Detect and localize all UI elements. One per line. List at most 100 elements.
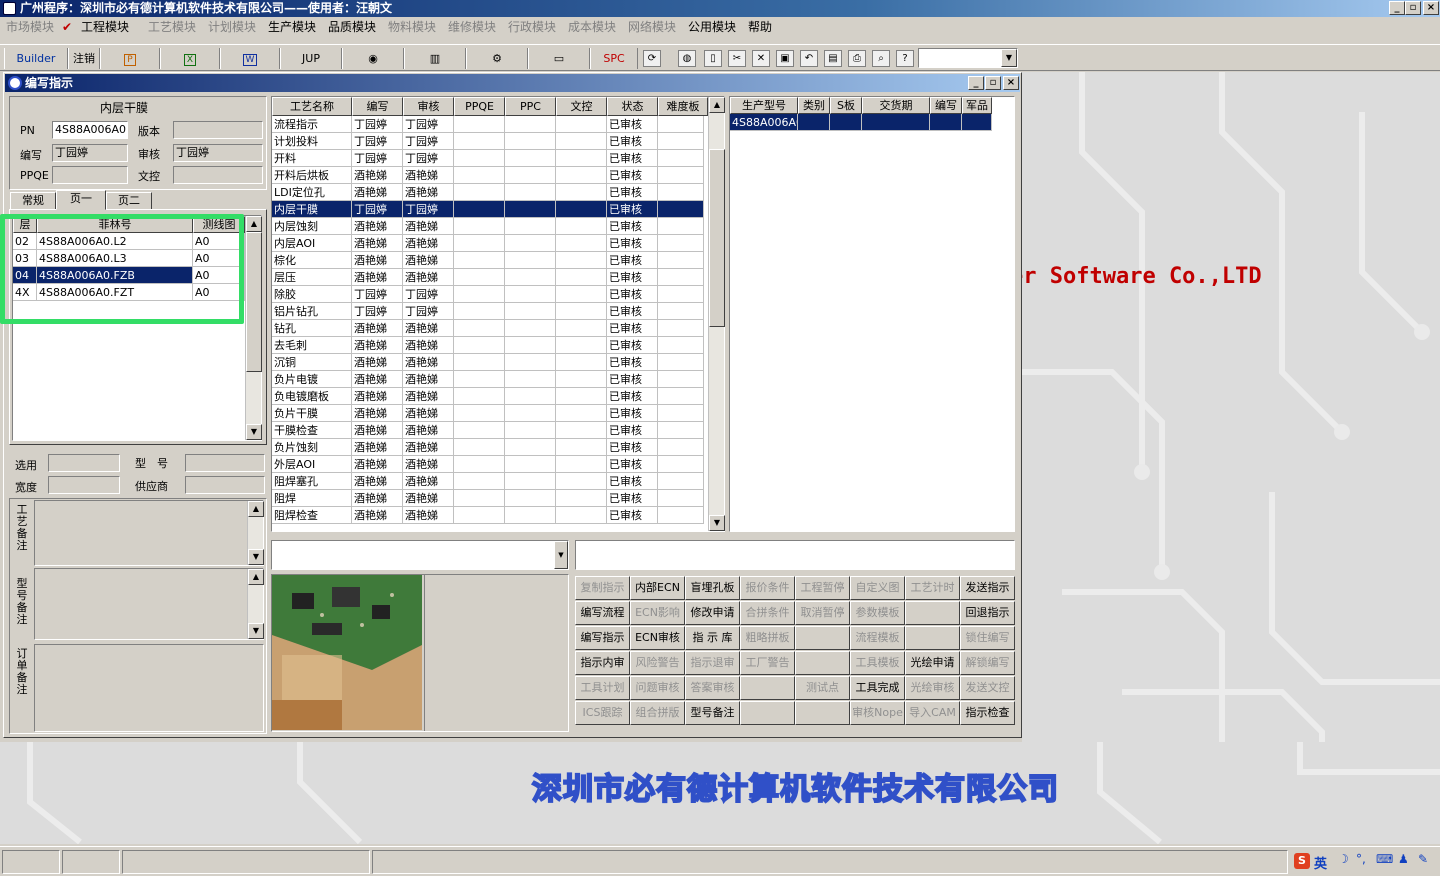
action-button[interactable]: 解锁编写 <box>960 651 1015 675</box>
tab-page2[interactable]: 页二 <box>106 192 152 210</box>
product-col-header[interactable]: 编写 <box>930 97 962 114</box>
process-row[interactable]: 铝片钻孔 丁园婷 丁园婷 已审核 <box>272 303 704 320</box>
action-button[interactable]: 型号备注 <box>685 701 740 725</box>
scroll-up-icon[interactable]: ▲ <box>248 569 264 585</box>
action-button[interactable]: 锁住编写 <box>960 626 1015 650</box>
process-row[interactable]: 沉铜 酒艳娣 酒艳娣 已审核 <box>272 354 704 371</box>
action-button[interactable]: 修改申请 <box>685 601 740 625</box>
action-button[interactable]: 自定义图 <box>850 576 905 600</box>
process-col-header[interactable]: 文控 <box>556 97 607 116</box>
chevron-down-icon[interactable]: ▼ <box>1001 49 1017 67</box>
process-row[interactable]: 计划投料 丁园婷 丁园婷 已审核 <box>272 133 704 150</box>
action-button[interactable]: 报价条件 <box>740 576 795 600</box>
scroll-thumb[interactable] <box>246 232 262 372</box>
process-row[interactable]: 外层AOI 酒艳娣 酒艳娣 已审核 <box>272 456 704 473</box>
window-minimize-button[interactable]: _ <box>968 76 984 90</box>
excel-icon[interactable]: X <box>160 48 220 69</box>
action-button[interactable]: 发送指示 <box>960 576 1015 600</box>
action-button[interactable]: 指 示 库 <box>685 626 740 650</box>
action-button[interactable]: 流程模板 <box>850 626 905 650</box>
process-row[interactable]: 内层干膜 丁园婷 丁园婷 已审核 <box>272 201 704 218</box>
menu-plan[interactable]: 计划模块 <box>208 17 256 37</box>
process-col-header[interactable]: 编写 <box>352 97 403 116</box>
product-col-header[interactable]: 交货期 <box>862 97 930 114</box>
product-col-header[interactable]: 类别 <box>798 97 830 114</box>
menu-engineering[interactable]: 工程模块 <box>81 17 129 37</box>
select-field[interactable] <box>48 454 120 472</box>
preview-icon[interactable]: ▤ <box>824 50 842 67</box>
close-button[interactable]: × <box>1423 1 1439 15</box>
action-button[interactable]: 工具完成 <box>850 676 905 700</box>
action-button[interactable]: ECN审核 <box>630 626 685 650</box>
menu-quality[interactable]: 品质模块 <box>328 17 376 37</box>
action-button[interactable]: 光绘申请 <box>905 651 960 675</box>
process-note-field[interactable]: ▲ ▼ <box>34 500 264 566</box>
action-button[interactable]: 导入CAM <box>905 701 960 725</box>
process-row[interactable]: 阻焊 酒艳娣 酒艳娣 已审核 <box>272 490 704 507</box>
ppt-icon[interactable]: P <box>100 48 160 69</box>
cut-icon[interactable]: ✂ <box>728 50 746 67</box>
menu-process[interactable]: 工艺模块 <box>148 17 196 37</box>
order-note-field[interactable] <box>34 644 264 732</box>
doc-control-field[interactable] <box>173 166 263 184</box>
eye-icon[interactable]: ◉ <box>342 48 404 69</box>
user-icon[interactable]: ♟ <box>1398 852 1409 866</box>
action-button[interactable]: 组合拼版 <box>630 701 685 725</box>
process-col-header[interactable]: PPQE <box>454 97 505 116</box>
process-row[interactable]: 层压 酒艳娣 酒艳娣 已审核 <box>272 269 704 286</box>
computer-icon[interactable]: ▭ <box>528 48 590 69</box>
scroll-up-icon[interactable]: ▲ <box>246 216 262 232</box>
undo-icon[interactable]: ↶ <box>800 50 818 67</box>
menu-admin[interactable]: 行政模块 <box>508 17 556 37</box>
product-col-header[interactable]: 军品 <box>962 97 992 114</box>
print-icon[interactable]: ⎙ <box>848 50 866 67</box>
model-field[interactable] <box>185 454 265 472</box>
menu-cost[interactable]: 成本模块 <box>568 17 616 37</box>
action-button[interactable]: 发送文控 <box>960 676 1015 700</box>
action-button[interactable]: 问题审核 <box>630 676 685 700</box>
process-row[interactable]: 阻焊检查 酒艳娣 酒艳娣 已审核 <box>272 507 704 524</box>
action-button[interactable]: 取消暂停 <box>795 601 850 625</box>
process-col-header[interactable]: 审核 <box>403 97 454 116</box>
action-button[interactable]: 回退指示 <box>960 601 1015 625</box>
layer-scrollbar[interactable]: ▲ ▼ <box>245 216 262 440</box>
toolbar-combo[interactable]: ▼ <box>918 48 1018 68</box>
version-field[interactable] <box>173 121 263 139</box>
model-note-field[interactable]: ▲ ▼ <box>34 568 264 640</box>
process-col-header[interactable]: 状态 <box>607 97 658 116</box>
find-icon[interactable]: ⌕ <box>872 50 890 67</box>
scroll-down-icon[interactable]: ▼ <box>246 424 262 440</box>
action-button[interactable]: 审核Nope <box>850 701 905 725</box>
action-button[interactable]: 合拼条件 <box>740 601 795 625</box>
database-icon[interactable]: ▥ <box>404 48 466 69</box>
process-combo[interactable]: ▼ <box>271 540 569 570</box>
scroll-thumb[interactable] <box>709 149 725 327</box>
process-row[interactable]: 棕化 酒艳娣 酒艳娣 已审核 <box>272 252 704 269</box>
process-row[interactable]: 负片电镀 酒艳娣 酒艳娣 已审核 <box>272 371 704 388</box>
action-button[interactable]: 光绘审核 <box>905 676 960 700</box>
process-row[interactable]: 干膜检查 酒艳娣 酒艳娣 已审核 <box>272 422 704 439</box>
process-col-header[interactable]: PPC <box>505 97 556 116</box>
keyboard-icon[interactable]: ⌨ <box>1376 852 1393 866</box>
product-col-header[interactable]: 生产型号 <box>730 97 798 114</box>
punctuation-icon[interactable]: °, <box>1356 852 1366 866</box>
network-icon[interactable]: ⚙ <box>466 48 528 69</box>
action-button[interactable]: 指示退审 <box>685 651 740 675</box>
menu-repair[interactable]: 维修模块 <box>448 17 496 37</box>
action-button[interactable]: 内部ECN <box>630 576 685 600</box>
process-row[interactable]: 负片蚀刻 酒艳娣 酒艳娣 已审核 <box>272 439 704 456</box>
maximize-button[interactable]: ▫ <box>1405 1 1421 15</box>
process-note-scrollbar[interactable]: ▲ ▼ <box>247 501 264 565</box>
sogou-ime-icon[interactable]: S <box>1294 853 1310 869</box>
help-icon[interactable]: ? <box>896 50 914 67</box>
author-field[interactable]: 丁园婷 <box>52 144 128 162</box>
logout-button[interactable]: 注销 <box>68 48 100 69</box>
action-button[interactable]: 参数模板 <box>850 601 905 625</box>
settings-icon[interactable]: ✎ <box>1418 852 1428 866</box>
action-button[interactable]: 工厂警告 <box>740 651 795 675</box>
chevron-down-icon[interactable]: ▼ <box>554 541 568 569</box>
product-col-header[interactable]: S板 <box>830 97 862 114</box>
tab-page1[interactable]: 页一 <box>56 190 106 210</box>
action-button[interactable]: 工具模板 <box>850 651 905 675</box>
process-scrollbar[interactable]: ▲ ▼ <box>708 97 725 531</box>
